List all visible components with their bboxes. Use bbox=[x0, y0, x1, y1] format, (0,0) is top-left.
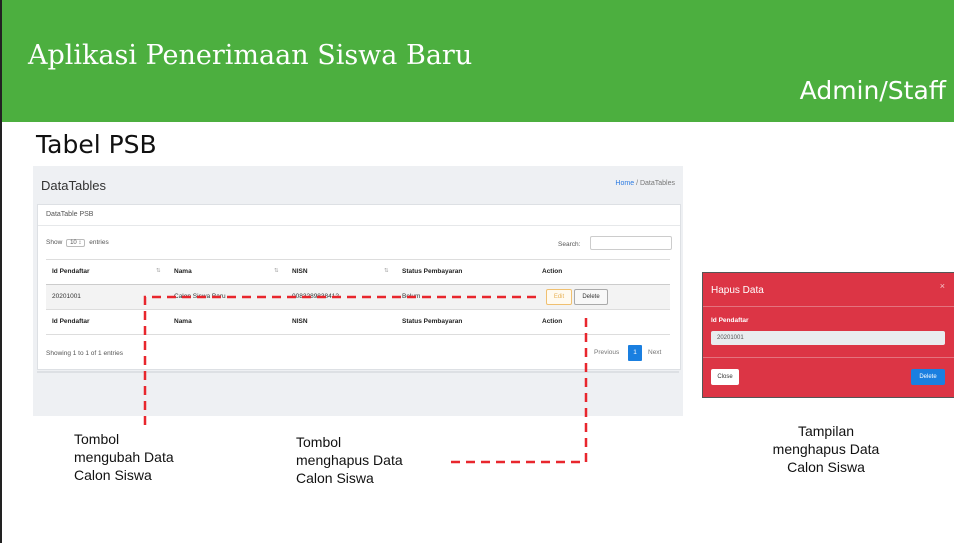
annotation-arrows bbox=[143, 295, 588, 464]
delete-pointer-line bbox=[451, 312, 588, 464]
edit-pointer-line bbox=[143, 295, 538, 425]
